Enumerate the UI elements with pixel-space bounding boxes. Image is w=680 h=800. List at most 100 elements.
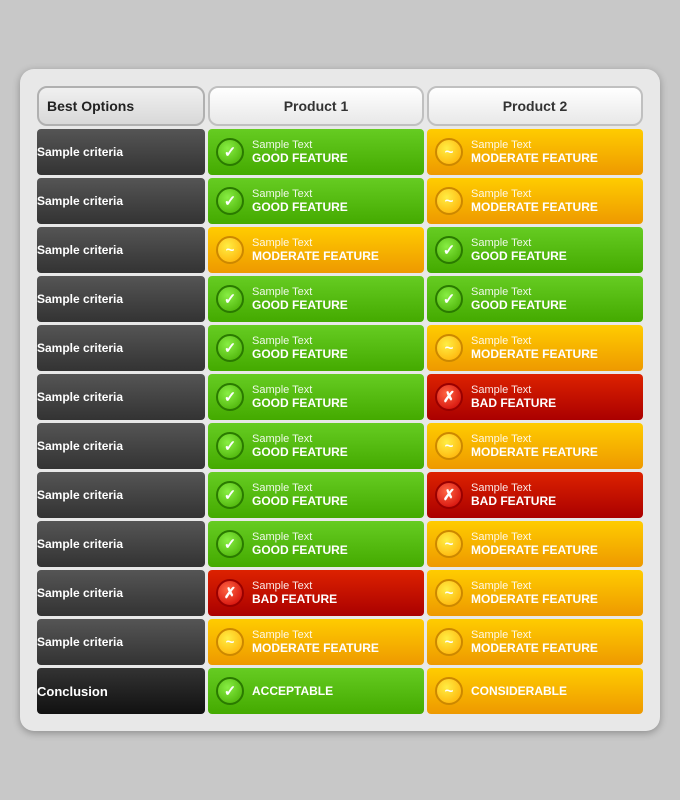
- feature-sample-text: Sample Text: [471, 629, 598, 641]
- criteria-cell: Sample criteria: [37, 129, 205, 175]
- table-row: Sample criteria✓Sample TextGOOD FEATURE~…: [37, 178, 643, 224]
- feature-cell-p2: ✗Sample TextBAD FEATURE: [427, 374, 643, 420]
- conclusion-good-icon: ✓: [216, 677, 244, 705]
- criteria-cell: Sample criteria: [37, 619, 205, 665]
- feature-label-text: GOOD FEATURE: [252, 200, 348, 214]
- moderate-icon: ~: [435, 530, 463, 558]
- feature-label-text: MODERATE FEATURE: [471, 347, 598, 361]
- header-product1-label: Product 1: [284, 98, 349, 114]
- conclusion-text: ACCEPTABLE: [252, 684, 333, 698]
- good-icon: ✓: [216, 432, 244, 460]
- criteria-cell: Sample criteria: [37, 570, 205, 616]
- good-icon: ✓: [216, 334, 244, 362]
- feature-sample-text: Sample Text: [252, 139, 348, 151]
- good-icon: ✓: [216, 383, 244, 411]
- feature-cell-p2: ~ Sample TextMODERATE FEATURE: [427, 521, 643, 567]
- feature-cell-p1: ✓Sample TextGOOD FEATURE: [208, 472, 424, 518]
- conclusion-label: Conclusion: [37, 668, 205, 714]
- table-row: Sample criteria~Sample TextMODERATE FEAT…: [37, 619, 643, 665]
- feature-cell-p2: ~Sample TextMODERATE FEATURE: [427, 570, 643, 616]
- moderate-icon: ~: [435, 334, 463, 362]
- criteria-cell: Sample criteria: [37, 423, 205, 469]
- criteria-cell: Sample criteria: [37, 178, 205, 224]
- feature-cell-p1: ✓Sample TextGOOD FEATURE: [208, 276, 424, 322]
- feature-cell-p1: ✓Sample TextGOOD FEATURE: [208, 423, 424, 469]
- feature-cell-p2: ✓Sample TextGOOD FEATURE: [427, 276, 643, 322]
- header-best-options: Best Options: [37, 86, 205, 126]
- feature-sample-text: Sample Text: [471, 482, 556, 494]
- good-icon: ✓: [216, 481, 244, 509]
- criteria-cell: Sample criteria: [37, 325, 205, 371]
- feature-sample-text: Sample Text: [471, 335, 598, 347]
- feature-sample-text: Sample Text: [252, 384, 348, 396]
- criteria-cell: Sample criteria: [37, 276, 205, 322]
- feature-cell-p2: ~ Sample TextMODERATE FEATURE: [427, 178, 643, 224]
- moderate-icon: ~: [435, 187, 463, 215]
- feature-sample-text: Sample Text: [471, 139, 598, 151]
- criteria-cell: Sample criteria: [37, 227, 205, 273]
- comparison-table: Best Options Product 1 Product 2 Sample …: [34, 83, 646, 717]
- header-row: Best Options Product 1 Product 2: [37, 86, 643, 126]
- feature-label-text: MODERATE FEATURE: [471, 641, 598, 655]
- conclusion-moderate-icon: ~: [435, 677, 463, 705]
- good-icon: ✓: [435, 236, 463, 264]
- table-row: Sample criteria✗Sample TextBAD FEATURE~S…: [37, 570, 643, 616]
- criteria-cell: Sample criteria: [37, 374, 205, 420]
- header-best-label: Best Options: [47, 98, 134, 114]
- table-row: Sample criteria✓Sample TextGOOD FEATURE~…: [37, 129, 643, 175]
- feature-label-text: BAD FEATURE: [471, 396, 556, 410]
- table-row: Sample criteria✓Sample TextGOOD FEATURE~…: [37, 423, 643, 469]
- moderate-icon: ~: [216, 628, 244, 656]
- criteria-cell: Sample criteria: [37, 521, 205, 567]
- feature-cell-p2: ~ Sample TextMODERATE FEATURE: [427, 325, 643, 371]
- table-row: Sample criteria ✓ Sample TextGOOD FEATURE ✗…: [37, 374, 643, 420]
- feature-sample-text: Sample Text: [252, 237, 379, 249]
- bad-icon: ✗: [435, 481, 463, 509]
- feature-label-text: MODERATE FEATURE: [471, 543, 598, 557]
- moderate-icon: ~: [435, 628, 463, 656]
- feature-label-text: BAD FEATURE: [471, 494, 556, 508]
- good-icon: ✓: [216, 530, 244, 558]
- feature-cell-p1: ✓ Sample TextGOOD FEATURE: [208, 374, 424, 420]
- table-row: Sample criteria~Sample TextMODERATE FEAT…: [37, 227, 643, 273]
- feature-label-text: GOOD FEATURE: [471, 249, 567, 263]
- feature-cell-p1: ✓Sample TextGOOD FEATURE: [208, 521, 424, 567]
- feature-label-text: GOOD FEATURE: [252, 543, 348, 557]
- feature-label-text: MODERATE FEATURE: [252, 641, 379, 655]
- feature-label-text: MODERATE FEATURE: [252, 249, 379, 263]
- feature-cell-p1: ~ Sample TextMODERATE FEATURE: [208, 619, 424, 665]
- criteria-cell: Sample criteria: [37, 472, 205, 518]
- feature-sample-text: Sample Text: [252, 335, 348, 347]
- feature-cell-p2: ~ Sample TextMODERATE FEATURE: [427, 619, 643, 665]
- good-icon: ✓: [216, 138, 244, 166]
- feature-sample-text: Sample Text: [252, 629, 379, 641]
- feature-label-text: GOOD FEATURE: [252, 494, 348, 508]
- good-icon: ✓: [435, 285, 463, 313]
- feature-label-text: MODERATE FEATURE: [471, 445, 598, 459]
- feature-label-text: MODERATE FEATURE: [471, 151, 598, 165]
- feature-sample-text: Sample Text: [471, 531, 598, 543]
- feature-sample-text: Sample Text: [252, 188, 348, 200]
- conclusion-row: Conclusion ✓ ACCEPTABLE ~CONSIDERABLE: [37, 668, 643, 714]
- good-icon: ✓: [216, 187, 244, 215]
- feature-cell-p2: ✗ Sample TextBAD FEATURE: [427, 472, 643, 518]
- conclusion-product2: ~CONSIDERABLE: [427, 668, 643, 714]
- feature-label-text: GOOD FEATURE: [252, 396, 348, 410]
- feature-sample-text: Sample Text: [252, 433, 348, 445]
- feature-label-text: BAD FEATURE: [252, 592, 337, 606]
- feature-cell-p1: ~Sample TextMODERATE FEATURE: [208, 227, 424, 273]
- moderate-icon: ~: [435, 579, 463, 607]
- bad-icon: ✗: [435, 383, 463, 411]
- table-row: Sample criteria✓Sample TextGOOD FEATURE~…: [37, 521, 643, 567]
- feature-label-text: MODERATE FEATURE: [471, 200, 598, 214]
- feature-cell-p2: ~Sample TextMODERATE FEATURE: [427, 423, 643, 469]
- feature-sample-text: Sample Text: [471, 188, 598, 200]
- feature-label-text: GOOD FEATURE: [471, 298, 567, 312]
- table-row: Sample criteria✓Sample TextGOOD FEATURE✓…: [37, 276, 643, 322]
- feature-cell-p1: ✗Sample TextBAD FEATURE: [208, 570, 424, 616]
- feature-label-text: GOOD FEATURE: [252, 347, 348, 361]
- feature-label-text: GOOD FEATURE: [252, 151, 348, 165]
- table-row: Sample criteria✓Sample TextGOOD FEATURE✗…: [37, 472, 643, 518]
- feature-sample-text: Sample Text: [471, 237, 567, 249]
- feature-cell-p1: ✓ Sample TextGOOD FEATURE: [208, 325, 424, 371]
